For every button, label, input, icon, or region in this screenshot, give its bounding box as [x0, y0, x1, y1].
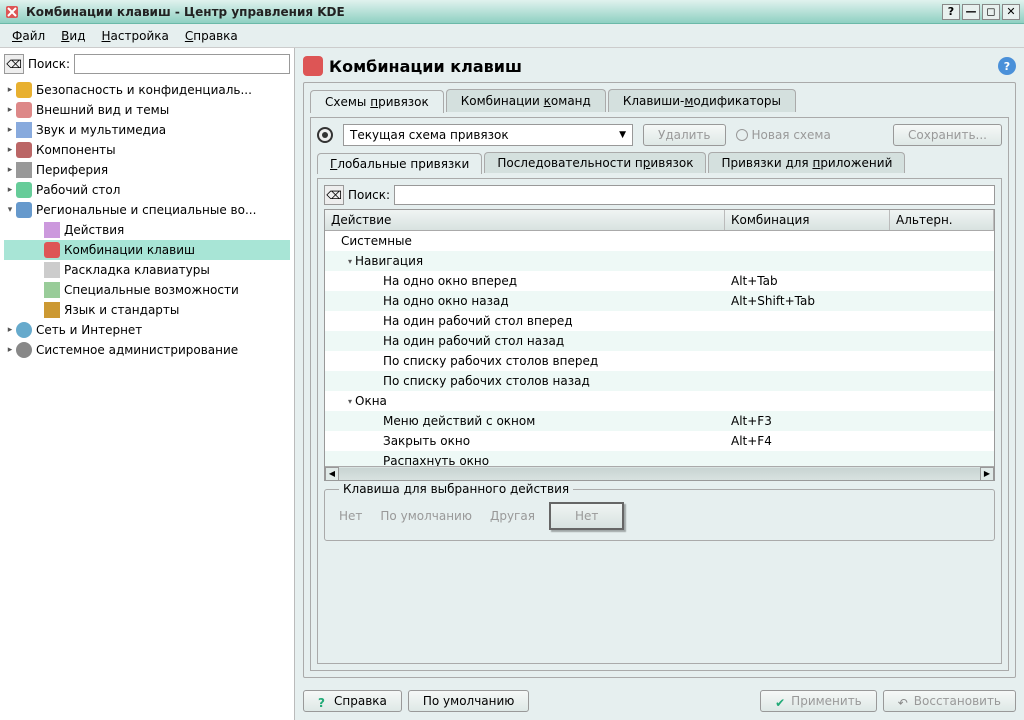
table-row[interactable]: На один рабочий стол назад [325, 331, 994, 351]
sidebar-item[interactable]: ▸Внешний вид и темы [4, 100, 290, 120]
maximize-button[interactable]: ◻ [982, 4, 1000, 20]
sidebar-item[interactable]: ▸Сеть и Интернет [4, 320, 290, 340]
minimize-button[interactable]: — [962, 4, 980, 20]
table-row[interactable]: На одно окно назадAlt+Shift+Tab [325, 291, 994, 311]
window-title: Комбинации клавиш - Центр управления KDE [26, 5, 942, 19]
shortcut-for-action-group: Клавиша для выбранного действия Нет По у… [324, 489, 995, 541]
clear-table-search-icon[interactable]: ⌫ [324, 185, 344, 205]
app-icon [4, 4, 20, 20]
menu-file[interactable]: Файл [4, 27, 53, 45]
sidebar-item[interactable]: ▸Звук и мультимедиа [4, 120, 290, 140]
defaults-button[interactable]: По умолчанию [408, 690, 530, 712]
binding-subtabs: Глобальные привязкиПоследовательности пр… [317, 152, 1002, 173]
table-row[interactable]: По списку рабочих столов назад [325, 371, 994, 391]
group-legend: Клавиша для выбранного действия [339, 482, 573, 496]
new-scheme-radio[interactable]: Новая схема [736, 128, 831, 142]
main-panel: Комбинации клавиш ? Схемы привязокКомбин… [295, 48, 1024, 720]
main-tabs: Схемы привязокКомбинации командКлавиши-м… [310, 89, 1009, 112]
table-row[interactable]: По списку рабочих столов вперед [325, 351, 994, 371]
save-scheme-button[interactable]: Сохранить... [893, 124, 1002, 146]
category-tree: ▸Безопасность и конфиденциаль...▸Внешний… [4, 80, 290, 714]
table-row[interactable]: На одно окно впередAlt+Tab [325, 271, 994, 291]
menu-help[interactable]: Справка [177, 27, 246, 45]
main-tab[interactable]: Схемы привязок [310, 90, 444, 113]
shortcut-capture-button[interactable]: Нет [549, 502, 624, 530]
close-button[interactable]: ✕ [1002, 4, 1020, 20]
table-row[interactable]: ▾Навигация [325, 251, 994, 271]
search-label: Поиск: [28, 57, 70, 71]
clear-search-icon[interactable]: ⌫ [4, 54, 24, 74]
menubar: Файл Вид Настройка Справка [0, 24, 1024, 48]
sidebar-subitem[interactable]: Раскладка клавиатуры [4, 260, 290, 280]
sidebar-subitem[interactable]: Действия [4, 220, 290, 240]
apply-button[interactable]: ✔Применить [760, 690, 877, 712]
sidebar-item[interactable]: ▸Компоненты [4, 140, 290, 160]
sidebar-subitem[interactable]: Язык и стандарты [4, 300, 290, 320]
restore-button[interactable]: ↶Восстановить [883, 690, 1016, 712]
sidebar-item[interactable]: ▸Периферия [4, 160, 290, 180]
sidebar-item[interactable]: ▾Региональные и специальные во... [4, 200, 290, 220]
sub-tab[interactable]: Последовательности привязок [484, 152, 706, 173]
table-row[interactable]: Системные [325, 231, 994, 251]
whats-this-icon[interactable]: ? [998, 57, 1016, 75]
chevron-down-icon: ▼ [619, 130, 626, 140]
search-input[interactable] [74, 54, 290, 74]
sub-tab[interactable]: Привязки для приложений [708, 152, 905, 173]
footer-buttons: ?Справка По умолчанию ✔Применить ↶Восста… [303, 684, 1016, 712]
radio-default[interactable]: По умолчанию [376, 509, 472, 523]
col-action[interactable]: Действие [325, 210, 725, 230]
table-row[interactable]: На один рабочий стол вперед [325, 311, 994, 331]
sidebar-item[interactable]: ▸Системное администрирование [4, 340, 290, 360]
sidebar-item[interactable]: ▸Рабочий стол [4, 180, 290, 200]
sidebar: ⌫ Поиск: ▸Безопасность и конфиденциаль..… [0, 48, 295, 720]
sidebar-subitem[interactable]: Специальные возможности [4, 280, 290, 300]
table-row[interactable]: Распахнуть окно [325, 451, 994, 466]
table-search-input[interactable] [394, 185, 995, 205]
scroll-left-icon[interactable]: ◀ [325, 467, 339, 481]
sidebar-subitem[interactable]: Комбинации клавиш [4, 240, 290, 260]
scheme-dropdown[interactable]: Текущая схема привязок ▼ [343, 124, 633, 146]
radio-other[interactable]: Другая [486, 509, 535, 523]
main-tab[interactable]: Комбинации команд [446, 89, 606, 112]
menu-view[interactable]: Вид [53, 27, 93, 45]
table-row[interactable]: ▾Окна [325, 391, 994, 411]
delete-scheme-button[interactable]: Удалить [643, 124, 726, 146]
main-tab[interactable]: Клавиши-модификаторы [608, 89, 796, 112]
page-title: Комбинации клавиш [329, 57, 992, 76]
shortcuts-table: Действие Комбинация Альтерн. Системные▾Н… [324, 209, 995, 481]
table-search-label: Поиск: [348, 188, 390, 202]
radio-none[interactable]: Нет [335, 509, 362, 523]
col-alt[interactable]: Альтерн. [890, 210, 994, 230]
sidebar-item[interactable]: ▸Безопасность и конфиденциаль... [4, 80, 290, 100]
scroll-right-icon[interactable]: ▶ [980, 467, 994, 481]
horizontal-scrollbar[interactable]: ◀ ▶ [325, 466, 994, 480]
keyboard-shortcuts-icon [303, 56, 323, 76]
table-row[interactable]: Меню действий с окномAlt+F3 [325, 411, 994, 431]
help-button-footer[interactable]: ?Справка [303, 690, 402, 712]
menu-settings[interactable]: Настройка [94, 27, 177, 45]
table-row[interactable]: Закрыть окноAlt+F4 [325, 431, 994, 451]
titlebar: Комбинации клавиш - Центр управления KDE… [0, 0, 1024, 24]
sub-tab[interactable]: Глобальные привязки [317, 153, 482, 174]
help-button[interactable]: ? [942, 4, 960, 20]
col-combo[interactable]: Комбинация [725, 210, 890, 230]
current-scheme-radio-icon[interactable] [317, 127, 333, 143]
